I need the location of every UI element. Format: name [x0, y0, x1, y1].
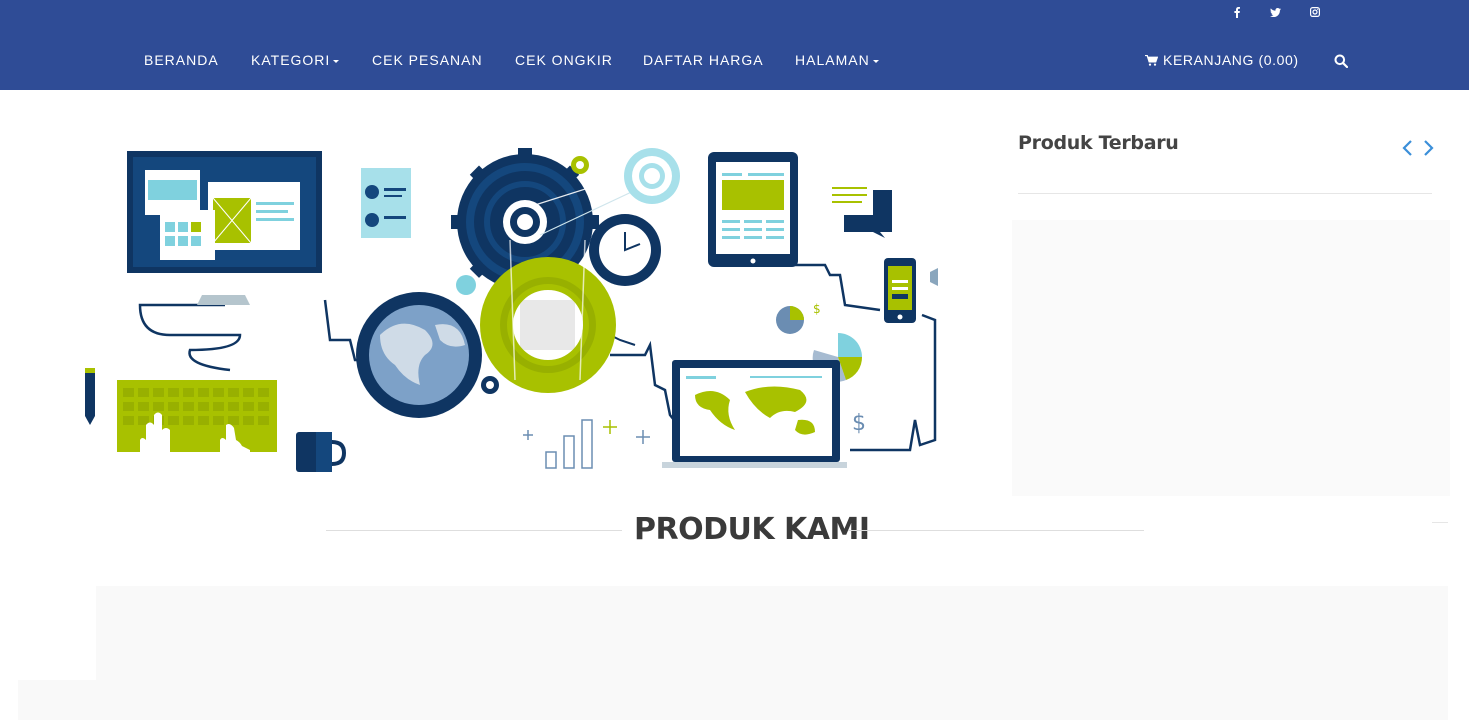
chevron-right-icon[interactable]	[1420, 138, 1436, 158]
twitter-icon[interactable]	[1268, 4, 1282, 20]
sidebar-title: Produk Terbaru	[1018, 132, 1179, 154]
svg-text:$: $	[852, 411, 866, 436]
section-divider-right	[848, 530, 1144, 531]
instagram-icon[interactable]	[1308, 4, 1322, 20]
document-graphic	[361, 168, 411, 238]
monitor-graphic	[127, 151, 322, 305]
clock-graphic	[589, 214, 661, 286]
chevron-left-icon[interactable]	[1400, 138, 1416, 158]
nav-kategori[interactable]: KATEGORI	[251, 52, 340, 72]
product-placeholder	[18, 586, 96, 680]
nav-beranda[interactable]: BERANDA	[144, 52, 219, 72]
nav-label: DAFTAR HARGA	[643, 52, 764, 68]
cart-label: KERANJANG (0.00)	[1163, 52, 1299, 68]
teal-gear-graphic	[624, 148, 680, 204]
product-grid	[18, 586, 1448, 720]
caret-down-icon	[872, 59, 879, 63]
globe-gear-graphic	[356, 275, 499, 418]
svg-text:$: $	[813, 302, 821, 316]
nav-cek-pesanan[interactable]: CEK PESANAN	[372, 52, 483, 72]
laptop-graphic	[662, 360, 847, 468]
latest-products-panel	[1012, 220, 1450, 496]
nav-label: CEK PESANAN	[372, 52, 483, 68]
section-divider-left	[326, 530, 622, 531]
nav-cek-ongkir[interactable]: CEK ONGKIR	[515, 52, 613, 72]
tablet-graphic	[708, 152, 798, 267]
facebook-icon[interactable]	[1230, 4, 1244, 20]
divider	[1432, 522, 1448, 523]
sidebar-divider	[1018, 193, 1432, 194]
bar-chart-graphic	[523, 419, 650, 469]
phone-graphic	[884, 258, 916, 323]
caret-down-icon	[333, 59, 340, 63]
nav-label: CEK ONGKIR	[515, 52, 613, 68]
top-navbar	[0, 0, 1469, 90]
nav-daftar-harga[interactable]: DAFTAR HARGA	[643, 52, 764, 72]
cart-link[interactable]: KERANJANG (0.00)	[1145, 52, 1299, 68]
search-icon[interactable]	[1334, 54, 1348, 68]
keyboard-graphic	[117, 380, 277, 452]
nav-label: BERANDA	[144, 52, 219, 68]
nav-label: KATEGORI	[251, 52, 331, 68]
nav-halaman[interactable]: HALAMAN	[795, 52, 879, 72]
hero-illustration: $ $	[85, 148, 938, 472]
cart-icon	[1145, 54, 1158, 66]
lime-gear-graphic	[480, 257, 616, 393]
section-title: PRODUK KAMI	[634, 512, 870, 547]
nav-label: HALAMAN	[795, 52, 870, 68]
